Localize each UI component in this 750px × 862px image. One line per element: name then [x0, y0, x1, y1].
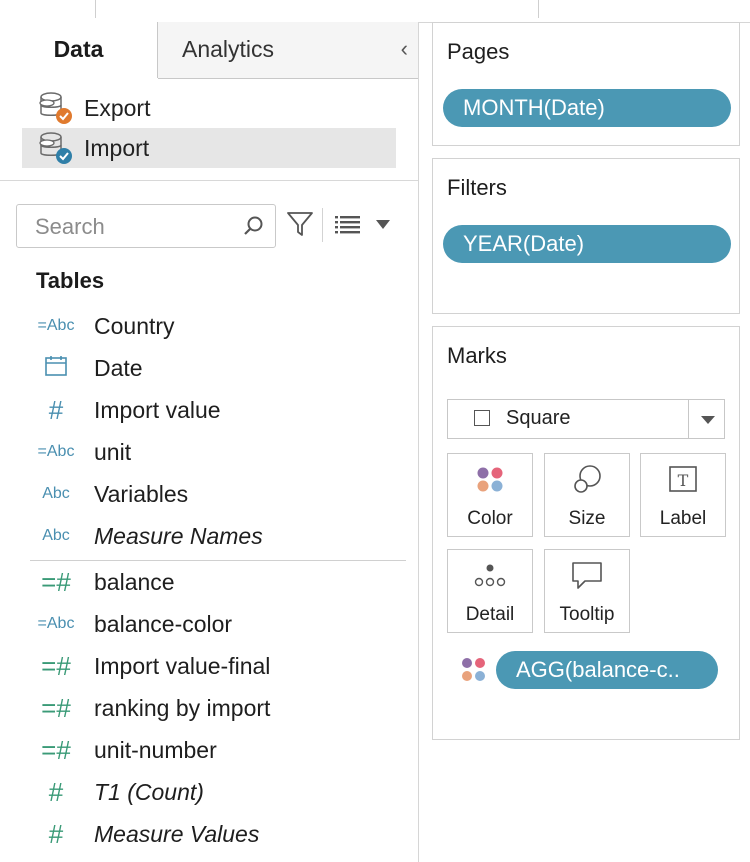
number-icon: # — [48, 776, 64, 807]
calculated-number-icon: =# — [41, 650, 71, 681]
field-label: unit-number — [94, 736, 217, 763]
field-item-measure-names[interactable]: Abc Measure Names — [30, 516, 410, 556]
label-t-icon: T — [641, 464, 725, 496]
field-label: balance — [94, 568, 175, 595]
tab-analytics-label: Analytics — [182, 36, 275, 62]
calculated-string-icon: =Abc — [37, 443, 75, 460]
field-label: Country — [94, 312, 175, 339]
field-label: Date — [94, 354, 143, 381]
search-input[interactable] — [33, 211, 237, 243]
field-label: Import value-final — [94, 652, 271, 679]
calculated-number-icon: =# — [41, 566, 71, 597]
search-icon[interactable] — [243, 215, 265, 242]
database-export-icon — [38, 91, 78, 125]
label-button[interactable]: T Label — [640, 453, 726, 537]
detail-button[interactable]: Detail — [447, 549, 533, 633]
calculated-string-icon: =Abc — [37, 615, 75, 632]
tab-data[interactable]: Data — [0, 22, 158, 78]
string-icon: Abc — [42, 527, 70, 544]
field-item-import-value[interactable]: # Import value — [30, 390, 410, 430]
filter-icon[interactable] — [286, 210, 314, 243]
pages-pill-month-date[interactable]: MONTH(Date) — [443, 89, 731, 127]
field-item-balance[interactable]: =# balance — [30, 562, 410, 602]
collapse-pane-icon[interactable]: ‹ — [401, 22, 408, 76]
marks-title: Marks — [447, 343, 507, 368]
tooltip-bubble-icon — [545, 560, 629, 592]
tooltip-button[interactable]: Tooltip — [544, 549, 630, 633]
toolbar-divider — [538, 0, 539, 18]
field-item-country[interactable]: =Abc Country — [30, 306, 410, 346]
divider — [0, 180, 418, 181]
divider — [688, 400, 689, 438]
data-pane: Data Analytics ‹ Export Import Search Ta… — [0, 22, 419, 862]
field-label: unit — [94, 438, 132, 465]
chevron-down-icon — [701, 416, 715, 424]
field-label: T1 (Count) — [94, 778, 204, 805]
top-toolbar-strip — [0, 0, 750, 23]
divider — [322, 208, 323, 242]
size-button[interactable]: Size — [544, 453, 630, 537]
field-label: Variables — [94, 480, 189, 507]
data-source-import[interactable]: Import — [22, 128, 396, 168]
tables-header: Tables — [36, 268, 105, 293]
field-item-t1-count[interactable]: # T1 (Count) — [30, 772, 410, 812]
filters-pill-year-date[interactable]: YEAR(Date) — [443, 225, 731, 263]
data-source-export[interactable]: Export — [22, 88, 396, 128]
field-label: Import value — [94, 396, 221, 423]
size-label: Size — [568, 508, 606, 529]
data-source-label: Export — [84, 94, 151, 121]
size-circles-icon — [545, 464, 629, 496]
view-options-chevron-down-icon[interactable] — [376, 220, 390, 229]
field-item-variables[interactable]: Abc Variables — [30, 474, 410, 514]
field-item-balance-color[interactable]: =Abc balance-color — [30, 604, 410, 644]
field-label: Measure Values — [94, 820, 260, 847]
mark-type-label: Square — [506, 407, 571, 429]
field-item-measure-values[interactable]: # Measure Values — [30, 814, 410, 854]
svg-text:T: T — [678, 471, 689, 490]
field-search-row — [16, 204, 406, 250]
square-mark-icon — [474, 410, 490, 426]
field-item-unit-number[interactable]: =# unit-number — [30, 730, 410, 770]
database-import-icon — [38, 131, 78, 165]
pane-tabs: Data Analytics ‹ — [0, 22, 418, 79]
detail-dots-icon — [448, 560, 532, 592]
filters-shelf: Filters YEAR(Date) — [432, 158, 740, 314]
field-label: ranking by import — [94, 694, 271, 721]
data-source-label: Import — [84, 134, 150, 161]
color-button[interactable]: Color — [447, 453, 533, 537]
field-label: balance-color — [94, 610, 233, 637]
color-pill-agg-balance-color[interactable]: AGG(balance-c.. — [496, 651, 718, 689]
filters-title: Filters — [447, 175, 507, 200]
field-item-unit[interactable]: =Abc unit — [30, 432, 410, 472]
pages-shelf: Pages MONTH(Date) — [432, 22, 740, 146]
color-dots-icon — [448, 464, 532, 496]
calculated-number-icon: =# — [41, 734, 71, 765]
tooltip-label: Tooltip — [559, 604, 615, 625]
number-icon: # — [48, 818, 64, 849]
calculated-string-icon: =Abc — [37, 317, 75, 334]
color-label: Color — [467, 508, 513, 529]
calendar-icon — [30, 355, 82, 382]
dimension-measure-divider — [30, 560, 406, 561]
label-label: Label — [659, 508, 707, 529]
field-item-import-value-final[interactable]: =# Import value-final — [30, 646, 410, 686]
pages-title: Pages — [447, 39, 510, 64]
field-item-date[interactable]: Date — [30, 348, 410, 388]
field-label: Measure Names — [94, 522, 263, 549]
view-list-icon[interactable] — [334, 214, 362, 241]
marks-card: Marks Square Color Size T Label Detail T… — [432, 326, 740, 740]
toolbar-divider — [95, 0, 96, 18]
detail-label: Detail — [465, 604, 515, 625]
field-item-ranking-by-import[interactable]: =# ranking by import — [30, 688, 410, 728]
number-icon: # — [48, 394, 64, 425]
mark-type-dropdown[interactable]: Square — [447, 399, 725, 439]
string-icon: Abc — [42, 485, 70, 502]
calculated-number-icon: =# — [41, 692, 71, 723]
color-encoding-icon — [459, 655, 489, 690]
search-box — [16, 204, 276, 248]
tab-analytics[interactable]: Analytics ‹ — [158, 22, 418, 79]
